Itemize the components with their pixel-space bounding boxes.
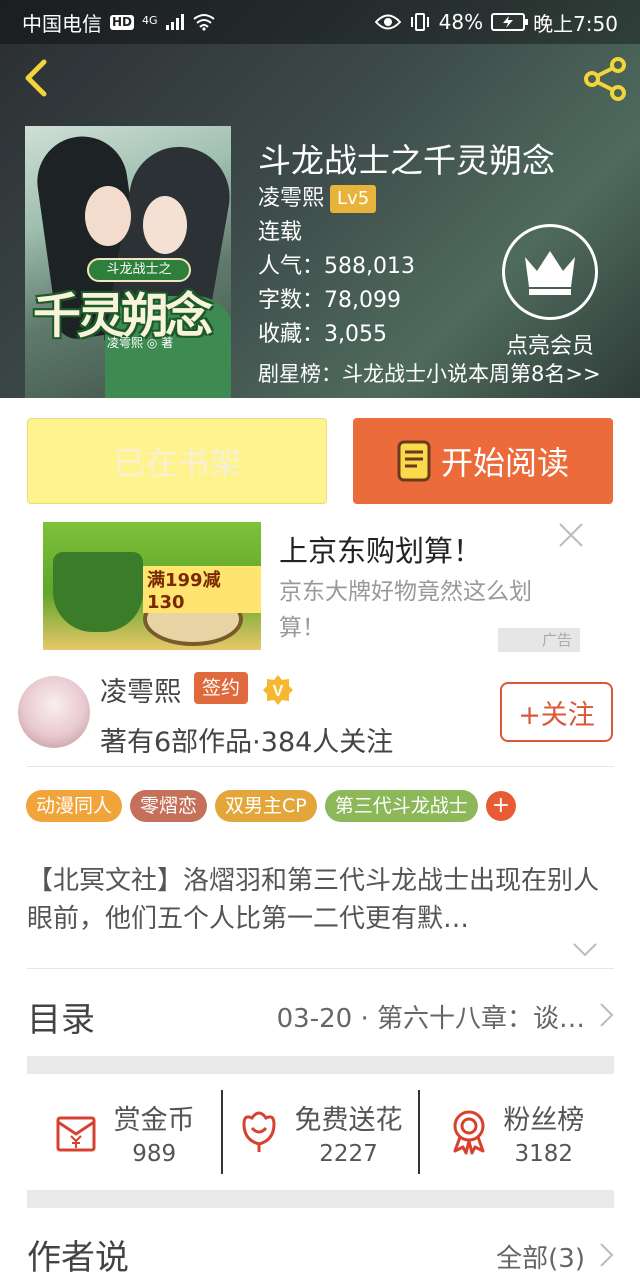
cover-face-right [143, 196, 187, 254]
book-detail-page: 中国电信 HD 4G 48% 晚上7:50 斗龙战士之 千灵朔念 凌雩熙 ◎ 著… [0, 0, 640, 1280]
ad-deal-text: 满199减130 [143, 566, 261, 613]
flower-icon [242, 1111, 276, 1152]
tag-list: 动漫同人 零熠恋 双男主CP 第三代斗龙战士 + [26, 790, 516, 822]
author-says-label: 作者说 [27, 1238, 129, 1278]
book-description[interactable]: 【北冥文社】洛熠羽和第三代斗龙战士出现在别人眼前，他们五个人比第一二代更有默… [27, 862, 617, 938]
book-icon [397, 440, 431, 482]
divider [27, 968, 614, 969]
send-flower-button[interactable]: 免费送花 2227 [221, 1090, 417, 1174]
follow-button[interactable]: +关注 [500, 682, 613, 742]
table-of-contents-row[interactable]: 目录 03-20 · 第六十八章：谈… [27, 986, 617, 1046]
toc-label: 目录 [27, 1000, 95, 1040]
book-author-row: 凌雩熙 Lv5 [258, 182, 555, 216]
popularity-label: 人气： [258, 254, 325, 279]
vip-button[interactable]: 点亮会员 [498, 224, 602, 360]
back-icon[interactable] [18, 58, 58, 98]
ad-banner[interactable]: 满199减130 上京东购划算！ 京东大牌好物竟然这么划算！ 广告 [27, 522, 614, 656]
ad-product-cup [53, 552, 143, 632]
latest-chapter: 03-20 · 第六十八章：谈… [276, 1004, 585, 1034]
chevron-right-icon [600, 1243, 614, 1267]
author-works-info: 著有6部作品·384人关注 [100, 727, 394, 758]
stat-value: 989 [132, 1140, 177, 1167]
status-bar: 中国电信 HD 4G 48% 晚上7:50 [0, 0, 640, 44]
stat-label: 免费送花 [294, 1104, 403, 1136]
chevron-down-icon[interactable] [572, 942, 598, 958]
favorites-label: 收藏： [258, 322, 325, 347]
network-type: 4G [142, 13, 158, 27]
book-cover[interactable]: 斗龙战士之 千灵朔念 凌雩熙 ◎ 著 [25, 126, 231, 398]
ad-tag: 广告 [498, 628, 580, 652]
book-author[interactable]: 凌雩熙 [258, 186, 324, 211]
hd-icon: HD [110, 14, 135, 30]
rank-link[interactable]: 剧星榜：斗龙战士小说本周第8名>> [258, 358, 601, 388]
medal-icon [453, 1110, 485, 1155]
ad-image[interactable]: 满199减130 [43, 522, 261, 650]
tag-item[interactable]: 双男主CP [215, 790, 317, 822]
section-separator [27, 1056, 614, 1074]
author-says-all[interactable]: 全部(3) [496, 1238, 585, 1275]
author-says-row[interactable]: 作者说 全部(3) [27, 1226, 617, 1280]
fan-ranking-button[interactable]: 粉丝榜 3182 [417, 1090, 614, 1174]
book-title: 斗龙战士之千灵朔念 [258, 141, 555, 180]
share-icon[interactable] [582, 56, 628, 102]
eye-icon [374, 14, 401, 30]
clock: 晚上7:50 [533, 11, 618, 36]
top-bar [0, 44, 640, 114]
on-shelf-button[interactable]: 已在书架 [27, 418, 327, 504]
ad-title[interactable]: 上京东购划算！ [279, 528, 482, 570]
support-stats: 赏金币 989 免费送花 2227 粉丝榜 3182 [27, 1090, 614, 1174]
close-icon[interactable] [558, 522, 584, 548]
verified-badge-icon: V [263, 675, 293, 705]
battery-percent: 48% [438, 10, 484, 34]
stat-label: 粉丝榜 [503, 1104, 585, 1136]
level-badge: Lv5 [330, 185, 377, 213]
words-value: 78,099 [324, 288, 401, 313]
popularity-value: 588,013 [324, 254, 415, 279]
chevron-right-icon [600, 1003, 614, 1027]
carrier-label: 中国电信 [22, 11, 102, 36]
signal-icon [165, 14, 184, 30]
author-name[interactable]: 凌雩熙 [100, 670, 181, 709]
reward-coins-button[interactable]: 赏金币 989 [27, 1090, 221, 1174]
vip-label: 点亮会员 [505, 334, 594, 359]
vibrate-icon [410, 13, 429, 31]
stat-value: 2227 [319, 1140, 378, 1167]
words-label: 字数： [258, 288, 325, 313]
wifi-icon [192, 14, 215, 31]
cover-author: 凌雩熙 ◎ 著 [107, 336, 174, 350]
avatar[interactable] [18, 676, 90, 748]
cover-face-left [85, 186, 131, 246]
tag-item[interactable]: 零熠恋 [130, 790, 208, 822]
battery-icon [491, 13, 529, 31]
stat-label: 赏金币 [113, 1104, 195, 1136]
section-separator [27, 1190, 614, 1208]
divider [27, 766, 614, 767]
tag-item[interactable]: 第三代斗龙战士 [324, 790, 478, 822]
favorites-value: 3,055 [324, 322, 387, 347]
signed-badge: 签约 [194, 672, 249, 704]
author-card: 凌雩熙 签约 V 著有6部作品·384人关注 +关注 [0, 662, 640, 766]
add-tag-button[interactable]: + [485, 791, 516, 821]
verified-badge-letter: V [273, 683, 284, 700]
tag-item[interactable]: 动漫同人 [26, 790, 123, 822]
stat-value: 3182 [514, 1140, 574, 1167]
start-reading-button[interactable]: 开始阅读 [353, 418, 613, 504]
crown-icon [502, 224, 598, 320]
start-reading-label: 开始阅读 [440, 444, 569, 482]
red-envelope-icon [56, 1116, 96, 1152]
